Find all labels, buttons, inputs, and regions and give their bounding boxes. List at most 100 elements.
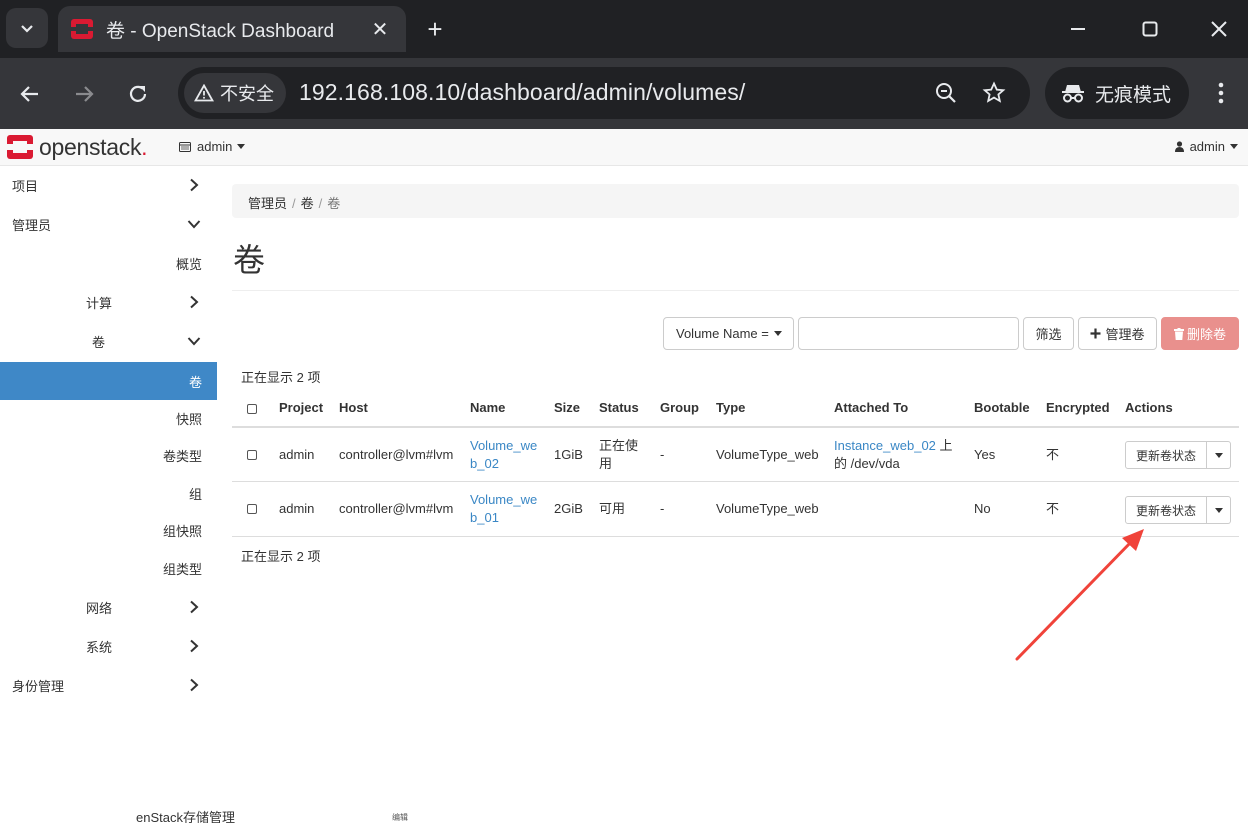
sidebar-item-label: 管理员 — [12, 217, 52, 233]
sidebar-item-volume-types[interactable]: 卷类型 — [0, 436, 217, 474]
sidebar-item-overview[interactable]: 概览 — [0, 244, 217, 282]
filter-button-label: 筛选 — [1035, 327, 1062, 342]
back-arrow-icon[interactable] — [12, 76, 48, 112]
column-header-encrypted[interactable]: Encrypted — [1046, 400, 1110, 415]
row-checkbox[interactable] — [247, 504, 257, 514]
sidebar-item-volumes[interactable]: 卷 — [0, 362, 217, 400]
manage-volume-button[interactable]: 管理卷 — [1078, 317, 1157, 350]
sidebar-item-snapshots[interactable]: 快照 — [0, 399, 217, 437]
chevron-right-icon — [187, 639, 201, 653]
filter-button[interactable]: 筛选 — [1023, 317, 1074, 350]
chevron-down-icon — [187, 217, 201, 231]
sidebar-item-groups[interactable]: 组 — [0, 474, 217, 512]
sidebar-item-admin[interactable]: 管理员 — [0, 205, 217, 243]
column-header-size[interactable]: Size — [554, 400, 580, 415]
openstack-logo[interactable]: openstack. — [6, 133, 148, 161]
caret-down-icon — [773, 331, 782, 336]
volume-name-link[interactable]: Volume_we b_02 — [470, 437, 537, 473]
browser-toolbar: 不安全 192.168.108.10/dashboard/admin/volum… — [0, 58, 1248, 129]
row-actions-dropdown[interactable] — [1207, 441, 1231, 469]
caret-down-icon — [1214, 507, 1223, 513]
sidebar-item-volume-group[interactable]: 卷 — [0, 322, 217, 360]
caret-down-icon — [1230, 144, 1238, 149]
instance-link[interactable]: Instance_web_02 — [834, 438, 936, 453]
cell-bootable: Yes — [974, 447, 996, 462]
delete-volume-label: 删除卷 — [1186, 327, 1226, 342]
table-row: admin controller@lvm#lvm Volume_we b_01 2… — [232, 483, 1239, 537]
sidebar-item-compute[interactable]: 计算 — [0, 283, 217, 321]
filter-field-select[interactable]: Volume Name = — [663, 317, 794, 350]
filter-input[interactable] — [798, 317, 1019, 350]
project-icon — [179, 141, 191, 152]
sidebar-item-label: 快照 — [175, 411, 202, 427]
sidebar-item-system[interactable]: 系统 — [0, 627, 217, 665]
sidebar-item-label: 组快照 — [162, 523, 202, 539]
chevron-right-icon — [187, 678, 201, 692]
cell-size: 1GiB — [554, 447, 583, 462]
sidebar-item-label: 概览 — [175, 256, 202, 272]
column-header-status[interactable]: Status — [599, 400, 639, 415]
cell-size: 2GiB — [554, 501, 583, 516]
column-header-bootable[interactable]: Bootable — [974, 400, 1030, 415]
breadcrumb-item-admin[interactable]: 管理员 — [248, 196, 287, 211]
table-header: Project Host Name Size Status Group Type… — [232, 390, 1239, 428]
tab-title: 卷 - OpenStack Dashboard — [106, 20, 335, 42]
sidebar-item-label: 卷 — [92, 334, 106, 350]
cell-group: - — [660, 447, 665, 462]
tab-search-button[interactable] — [6, 8, 48, 48]
warning-icon — [194, 84, 214, 102]
column-header-name[interactable]: Name — [470, 400, 505, 415]
address-bar[interactable]: 不安全 192.168.108.10/dashboard/admin/volum… — [178, 67, 1030, 119]
sidebar-item-group-snapshots[interactable]: 组快照 — [0, 511, 217, 549]
volume-name-link[interactable]: Volume_we b_01 — [470, 491, 537, 527]
title-divider — [232, 290, 1239, 291]
row-action-group: 更新卷状态 — [1125, 496, 1231, 524]
new-tab-icon[interactable]: + — [420, 14, 450, 44]
caret-down-icon — [1214, 452, 1223, 458]
close-tab-icon[interactable]: ✕ — [366, 17, 394, 42]
trash-icon — [1173, 327, 1184, 340]
page-title: 卷 — [233, 242, 266, 278]
sidebar-item-network[interactable]: 网络 — [0, 588, 217, 626]
row-actions-dropdown[interactable] — [1207, 496, 1231, 524]
background-window-text: enStack存储管理 — [136, 810, 235, 823]
maximize-icon[interactable] — [1135, 14, 1165, 44]
project-name: admin — [197, 139, 233, 154]
select-all-checkbox[interactable] — [247, 404, 257, 414]
project-dropdown[interactable]: admin — [179, 139, 246, 154]
bookmark-star-icon[interactable] — [980, 79, 1008, 107]
security-chip[interactable]: 不安全 — [184, 73, 286, 113]
chevron-down-icon — [187, 334, 201, 348]
sidebar-item-label: 组 — [188, 486, 202, 502]
sidebar-item-project[interactable]: 项目 — [0, 166, 217, 204]
minimize-icon[interactable] — [1063, 14, 1093, 44]
sidebar-item-label: 卷类型 — [162, 448, 202, 464]
breadcrumb-item-current: 卷 — [327, 196, 341, 211]
browser-menu-icon[interactable] — [1208, 78, 1234, 108]
close-window-icon[interactable] — [1204, 14, 1234, 44]
column-header-project[interactable]: Project — [279, 400, 323, 415]
openstack-favicon-icon — [71, 19, 93, 39]
row-checkbox[interactable] — [247, 450, 257, 460]
column-header-host[interactable]: Host — [339, 400, 368, 415]
column-header-attached-to[interactable]: Attached To — [834, 400, 908, 415]
update-volume-status-button[interactable]: 更新卷状态 — [1125, 441, 1207, 469]
chevron-right-icon — [187, 295, 201, 309]
forward-arrow-icon[interactable] — [66, 76, 102, 112]
sidebar-item-group-types[interactable]: 组类型 — [0, 549, 217, 587]
incognito-chip[interactable]: 无痕模式 — [1045, 67, 1189, 119]
delete-volume-button[interactable]: 删除卷 — [1161, 317, 1239, 350]
filter-field-label: Volume Name = — [676, 326, 769, 341]
url-text[interactable]: 192.168.108.10/dashboard/admin/volumes/ — [299, 79, 745, 106]
zoom-icon[interactable] — [932, 79, 960, 107]
update-volume-status-button[interactable]: 更新卷状态 — [1125, 496, 1207, 524]
column-header-group[interactable]: Group — [660, 400, 699, 415]
active-tab[interactable]: 卷 - OpenStack Dashboard ✕ — [58, 6, 406, 52]
sidebar-item-identity[interactable]: 身份管理 — [0, 666, 217, 704]
manage-volume-label: 管理卷 — [1105, 327, 1145, 342]
reload-icon[interactable] — [120, 76, 156, 112]
sidebar: 项目 管理员 概览 计算 卷 卷 快照 卷类型 组 组快照 组类型 网络 系统 — [0, 166, 217, 823]
breadcrumb-item-volume[interactable]: 卷 — [301, 196, 314, 211]
column-header-type[interactable]: Type — [716, 400, 745, 415]
user-dropdown[interactable]: admin — [1174, 139, 1238, 154]
